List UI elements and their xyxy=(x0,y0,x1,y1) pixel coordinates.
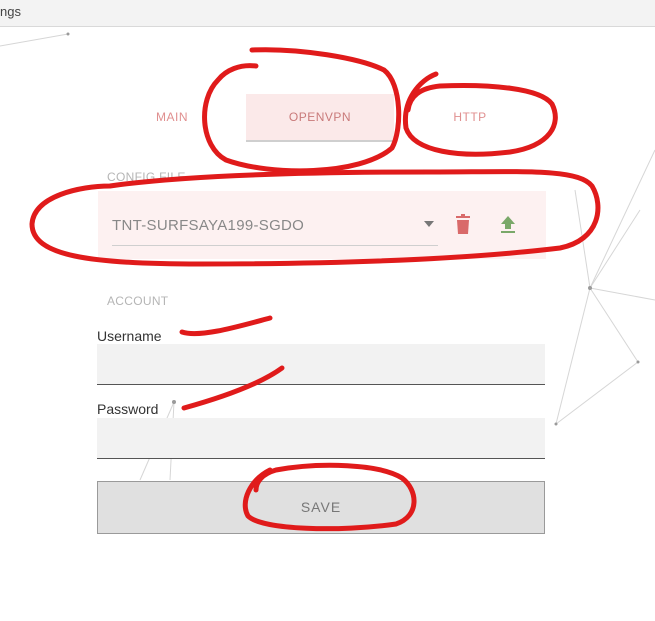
delete-config-button[interactable] xyxy=(452,213,474,237)
trash-icon xyxy=(456,214,470,234)
username-label: Username xyxy=(97,328,162,344)
tab-openvpn[interactable]: OPENVPN xyxy=(246,94,394,142)
config-file-select[interactable]: TNT-SURFSAYA199-SGDO xyxy=(112,213,438,246)
chevron-down-icon xyxy=(424,221,434,227)
save-button[interactable]: SAVE xyxy=(97,481,545,534)
config-file-section-label: CONFIG FILE xyxy=(107,170,186,184)
password-label: Password xyxy=(97,401,159,417)
config-file-selected-value: TNT-SURFSAYA199-SGDO xyxy=(112,217,305,234)
account-section-label: ACCOUNT xyxy=(107,294,169,308)
password-input[interactable] xyxy=(97,418,545,459)
username-input[interactable] xyxy=(97,344,545,385)
upload-icon xyxy=(501,216,515,233)
upload-config-button[interactable] xyxy=(497,213,519,237)
tab-main[interactable]: MAIN xyxy=(132,94,212,140)
tab-http[interactable]: HTTP xyxy=(410,94,530,140)
config-file-panel: TNT-SURFSAYA199-SGDO xyxy=(98,191,546,259)
